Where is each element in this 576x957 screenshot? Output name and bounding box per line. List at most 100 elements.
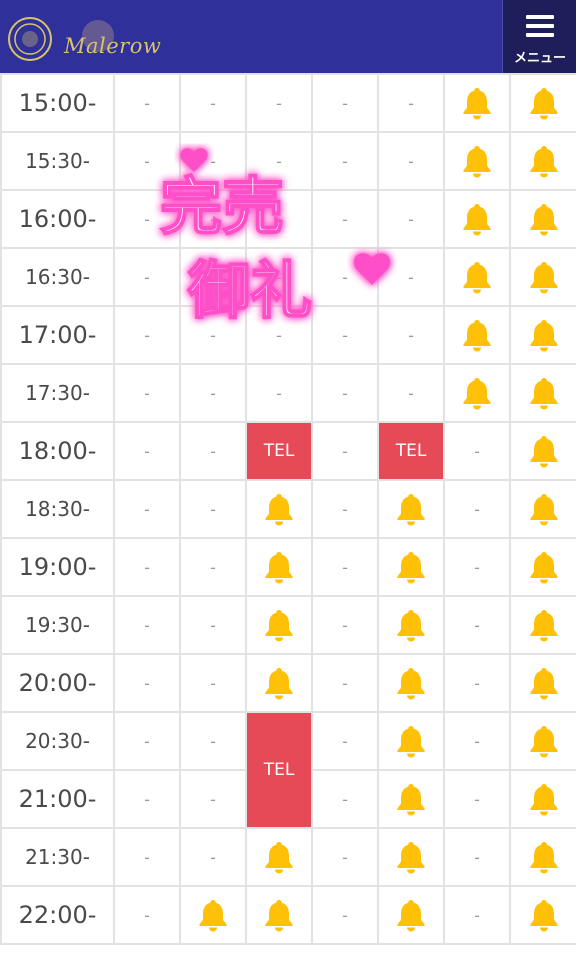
bell-icon — [265, 668, 293, 700]
time-label: 17:30- — [0, 363, 115, 423]
reserve-bell-cell[interactable] — [509, 421, 576, 481]
bell-icon — [199, 900, 227, 932]
unavailable-cell: - — [311, 73, 379, 133]
reserve-bell-cell[interactable] — [377, 595, 445, 655]
unavailable-cell: - — [443, 653, 511, 713]
reserve-bell-cell[interactable] — [377, 827, 445, 887]
reserve-bell-cell[interactable] — [179, 885, 247, 945]
reserve-bell-cell[interactable] — [443, 189, 511, 249]
unavailable-cell: - — [113, 653, 181, 713]
tel-cell[interactable]: TEL — [377, 421, 445, 481]
reserve-bell-cell[interactable] — [377, 769, 445, 829]
bell-icon — [397, 900, 425, 932]
bell-icon — [463, 262, 491, 294]
unavailable-cell: - — [311, 595, 379, 655]
reserve-bell-cell[interactable] — [509, 479, 576, 539]
reserve-bell-cell[interactable] — [509, 363, 576, 423]
time-label: 18:30- — [0, 479, 115, 539]
unavailable-cell: - — [113, 885, 181, 945]
unavailable-cell: - — [311, 537, 379, 597]
bell-icon — [265, 552, 293, 584]
unavailable-cell: - — [443, 827, 511, 887]
unavailable-cell: - — [311, 769, 379, 829]
bell-icon — [530, 726, 557, 758]
time-label: 15:00- — [0, 73, 115, 133]
reserve-bell-cell[interactable] — [509, 769, 576, 829]
reserve-bell-cell[interactable] — [509, 73, 576, 133]
bell-icon — [265, 610, 293, 642]
site-header: Malerow メニュー — [0, 0, 576, 73]
schedule-row: 19:00- - - - - — [0, 537, 576, 597]
site-logo[interactable]: Malerow — [6, 8, 166, 68]
unavailable-cell: - — [377, 305, 445, 365]
unavailable-cell: - — [179, 595, 247, 655]
unavailable-cell: - — [179, 73, 247, 133]
reserve-bell-cell[interactable] — [509, 711, 576, 771]
time-label: 19:00- — [0, 537, 115, 597]
unavailable-cell: - — [113, 73, 181, 133]
reserve-bell-cell[interactable] — [509, 247, 576, 307]
unavailable-cell: - — [179, 247, 247, 307]
unavailable-cell: - — [443, 885, 511, 945]
reserve-bell-cell[interactable] — [443, 247, 511, 307]
schedule-row: 17:30- - - - - - — [0, 363, 576, 423]
schedule-row: 20:30- - - TEL - - — [0, 711, 576, 829]
reserve-bell-cell[interactable] — [245, 595, 313, 655]
bell-icon — [530, 146, 557, 178]
unavailable-cell: - — [113, 595, 181, 655]
reserve-bell-cell[interactable] — [443, 131, 511, 191]
reserve-bell-cell[interactable] — [509, 189, 576, 249]
menu-button[interactable]: メニュー — [502, 0, 576, 73]
reserve-bell-cell[interactable] — [443, 305, 511, 365]
unavailable-cell: - — [113, 537, 181, 597]
schedule-row: 18:00- - - TEL - TEL - — [0, 421, 576, 481]
hamburger-icon — [526, 15, 554, 42]
bell-icon — [530, 262, 557, 294]
bell-icon — [397, 784, 425, 816]
reserve-bell-cell[interactable] — [509, 305, 576, 365]
bell-icon — [397, 494, 425, 526]
reserve-bell-cell[interactable] — [377, 885, 445, 945]
reserve-bell-cell[interactable] — [245, 537, 313, 597]
unavailable-cell: - — [377, 247, 445, 307]
reserve-bell-cell[interactable] — [377, 711, 445, 771]
bell-icon — [530, 784, 557, 816]
time-label: 16:00- — [0, 189, 115, 249]
reserve-bell-cell[interactable] — [245, 827, 313, 887]
unavailable-cell: - — [245, 363, 313, 423]
reserve-bell-cell[interactable] — [377, 537, 445, 597]
unavailable-cell: - — [377, 73, 445, 133]
reserve-bell-cell[interactable] — [245, 885, 313, 945]
unavailable-cell: - — [443, 537, 511, 597]
reserve-bell-cell[interactable] — [245, 653, 313, 713]
reserve-bell-cell[interactable] — [509, 131, 576, 191]
schedule-row: 22:00- - - - — [0, 885, 576, 945]
reserve-bell-cell[interactable] — [245, 479, 313, 539]
reserve-bell-cell[interactable] — [509, 827, 576, 887]
reserve-bell-cell[interactable] — [509, 595, 576, 655]
tel-cell[interactable]: TEL — [245, 711, 313, 829]
reserve-bell-cell[interactable] — [509, 537, 576, 597]
schedule-row: 19:30- - - - - — [0, 595, 576, 655]
reserve-bell-cell[interactable] — [377, 479, 445, 539]
reserve-bell-cell[interactable] — [509, 885, 576, 945]
unavailable-cell: - — [245, 73, 313, 133]
reserve-bell-cell[interactable] — [443, 73, 511, 133]
unavailable-cell: - — [311, 421, 379, 481]
unavailable-cell: - — [311, 305, 379, 365]
tel-cell[interactable]: TEL — [245, 421, 313, 481]
unavailable-cell: - — [179, 653, 247, 713]
bell-icon — [463, 146, 491, 178]
time-label: 19:30- — [0, 595, 115, 655]
reserve-bell-cell[interactable] — [377, 653, 445, 713]
reserve-bell-cell[interactable] — [509, 653, 576, 713]
time-label: 18:00- — [0, 421, 115, 481]
bell-icon — [530, 610, 557, 642]
reserve-bell-cell[interactable] — [443, 363, 511, 423]
bell-icon — [530, 320, 557, 352]
unavailable-cell: - — [245, 131, 313, 191]
schedule-row: 16:00- - - - - - — [0, 189, 576, 249]
unavailable-cell: - — [179, 363, 247, 423]
bell-icon — [530, 494, 557, 526]
unavailable-cell: - — [311, 363, 379, 423]
